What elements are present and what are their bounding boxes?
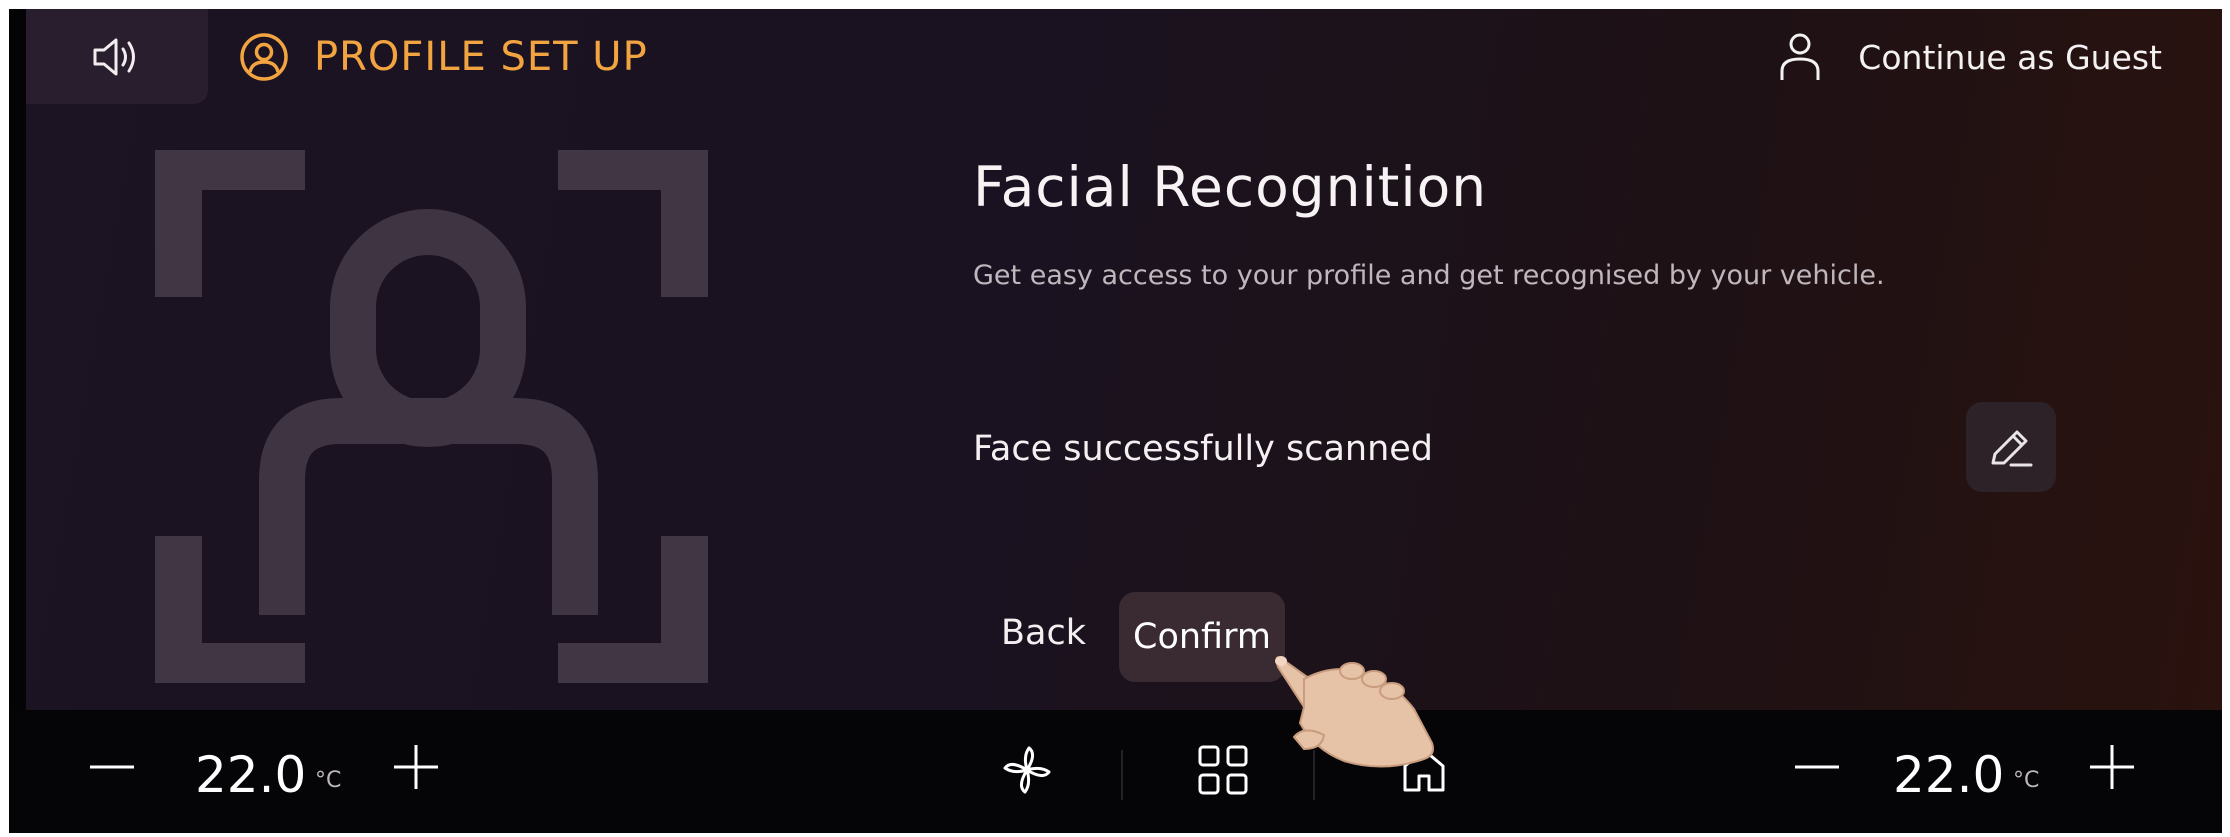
right-temperature-value: 22.0 (1893, 746, 2005, 804)
pointing-hand-cursor (1275, 656, 1434, 768)
minus-icon (90, 765, 134, 769)
user-outline-icon (1780, 33, 1820, 80)
minus-icon (1795, 765, 1839, 769)
left-temperature-value: 22.0 (195, 746, 307, 804)
face-scan-illustration (155, 150, 708, 683)
scan-status-text: Face successfully scanned (973, 429, 1434, 469)
back-button[interactable]: Back (1001, 613, 1086, 653)
user-circle-icon (240, 33, 288, 81)
apps-grid-icon (1198, 745, 1248, 795)
facial-recognition-subtitle: Get easy access to your profile and get … (973, 260, 1885, 291)
edit-scan-button[interactable] (1966, 402, 2056, 492)
left-temp-decrease-button[interactable] (87, 742, 137, 796)
pencil-icon (1991, 430, 2033, 467)
right-temperature-unit: °C (2013, 768, 2040, 793)
climate-bar: 22.0 °C 22.0 °C (9, 710, 2222, 833)
page-title: PROFILE SET UP (314, 34, 648, 80)
divider (1121, 750, 1123, 800)
facial-recognition-title: Facial Recognition (973, 155, 1488, 219)
right-temp-increase-button[interactable] (2087, 742, 2137, 796)
infotainment-screen: PROFILE SET UP Continue as Guest Facial … (9, 9, 2222, 833)
volume-button[interactable] (26, 9, 208, 104)
left-temperature-unit: °C (315, 768, 342, 793)
right-temp-decrease-button[interactable] (1792, 742, 1842, 796)
continue-as-guest-button[interactable]: Continue as Guest (1778, 31, 2162, 83)
fan-icon (1003, 746, 1051, 794)
main-panel: PROFILE SET UP Continue as Guest Facial … (26, 9, 2222, 710)
guest-label: Continue as Guest (1858, 37, 2162, 77)
left-temp-increase-button[interactable] (391, 742, 441, 796)
apps-button[interactable] (1197, 744, 1249, 800)
confirm-button[interactable]: Confirm (1119, 592, 1285, 682)
plus-icon (394, 745, 438, 789)
plus-icon (2090, 745, 2134, 789)
profile-header: PROFILE SET UP (238, 31, 648, 83)
fan-button[interactable] (999, 742, 1055, 802)
speaker-icon (93, 38, 135, 75)
